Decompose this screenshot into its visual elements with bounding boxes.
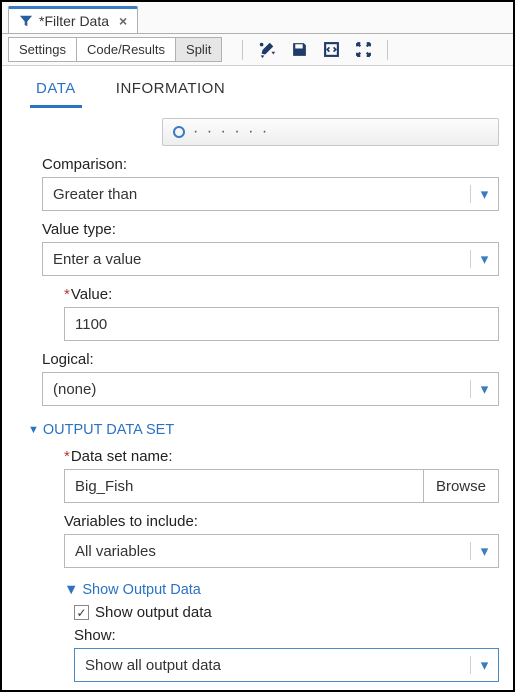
code-results-button[interactable]: Code/Results [76,37,176,62]
subsection-title: Show Output Data [82,582,201,598]
browse-button[interactable]: Browse [423,469,499,503]
logical-label: Logical: [42,351,499,368]
content-panel: · · · · · · Comparison: Greater than ▾ V… [2,108,513,690]
code-icon[interactable] [321,40,341,60]
collapsed-text: · · · · · · [193,123,269,141]
vars-include-select[interactable]: All variables ▾ [64,534,499,568]
chevron-down-icon: ▾ [470,185,498,203]
chevron-down-icon: ▾ [470,380,498,398]
tab-data[interactable]: DATA [30,76,82,108]
tabbar: *Filter Data × [2,2,513,34]
chevron-down-icon: ▼ [28,424,39,436]
show-output-checkbox[interactable]: ✓ [74,605,89,620]
comparison-select[interactable]: Greater than ▾ [42,177,499,211]
section-output-data-set[interactable]: ▼ OUTPUT DATA SET [28,422,499,438]
show-value: Show all output data [75,657,470,674]
save-icon[interactable] [289,40,309,60]
chevron-down-icon: ▼ [64,582,78,598]
logical-select[interactable]: (none) ▾ [42,372,499,406]
collapsed-row[interactable]: · · · · · · [162,118,499,146]
split-button[interactable]: Split [175,37,222,62]
value-input[interactable] [64,307,499,341]
data-set-name-label: Data set name: [64,448,499,465]
show-label: Show: [74,627,499,644]
comparison-label: Comparison: [42,156,499,173]
settings-button[interactable]: Settings [8,37,77,62]
logical-value: (none) [43,381,470,398]
collapse-icon[interactable] [353,40,373,60]
value-label: Value: [64,286,499,303]
radio-icon [173,126,185,138]
show-select[interactable]: Show all output data ▾ [74,648,499,682]
chevron-down-icon: ▾ [470,250,498,268]
data-set-name-input[interactable] [64,469,423,503]
value-type-label: Value type: [42,221,499,238]
window-tab-filter-data[interactable]: *Filter Data × [8,6,138,33]
section-title: OUTPUT DATA SET [43,422,174,438]
comparison-value: Greater than [43,186,470,203]
vars-include-value: All variables [65,543,470,560]
subsection-show-output-data[interactable]: ▼ Show Output Data [64,582,499,598]
run-icon[interactable] [257,40,277,60]
chevron-down-icon: ▾ [470,542,498,560]
window-tab-title: *Filter Data [39,13,109,29]
show-output-checkbox-label: Show output data [95,604,212,621]
vars-include-label: Variables to include: [64,513,499,530]
subtabs: DATA INFORMATION [2,66,513,108]
separator [242,40,243,60]
filter-icon [19,14,33,28]
close-icon[interactable]: × [119,13,127,29]
chevron-down-icon: ▾ [470,656,498,674]
toolbar: Settings Code/Results Split [2,34,513,66]
value-type-select[interactable]: Enter a value ▾ [42,242,499,276]
separator [387,40,388,60]
value-type-value: Enter a value [43,251,470,268]
tab-information[interactable]: INFORMATION [110,76,231,108]
